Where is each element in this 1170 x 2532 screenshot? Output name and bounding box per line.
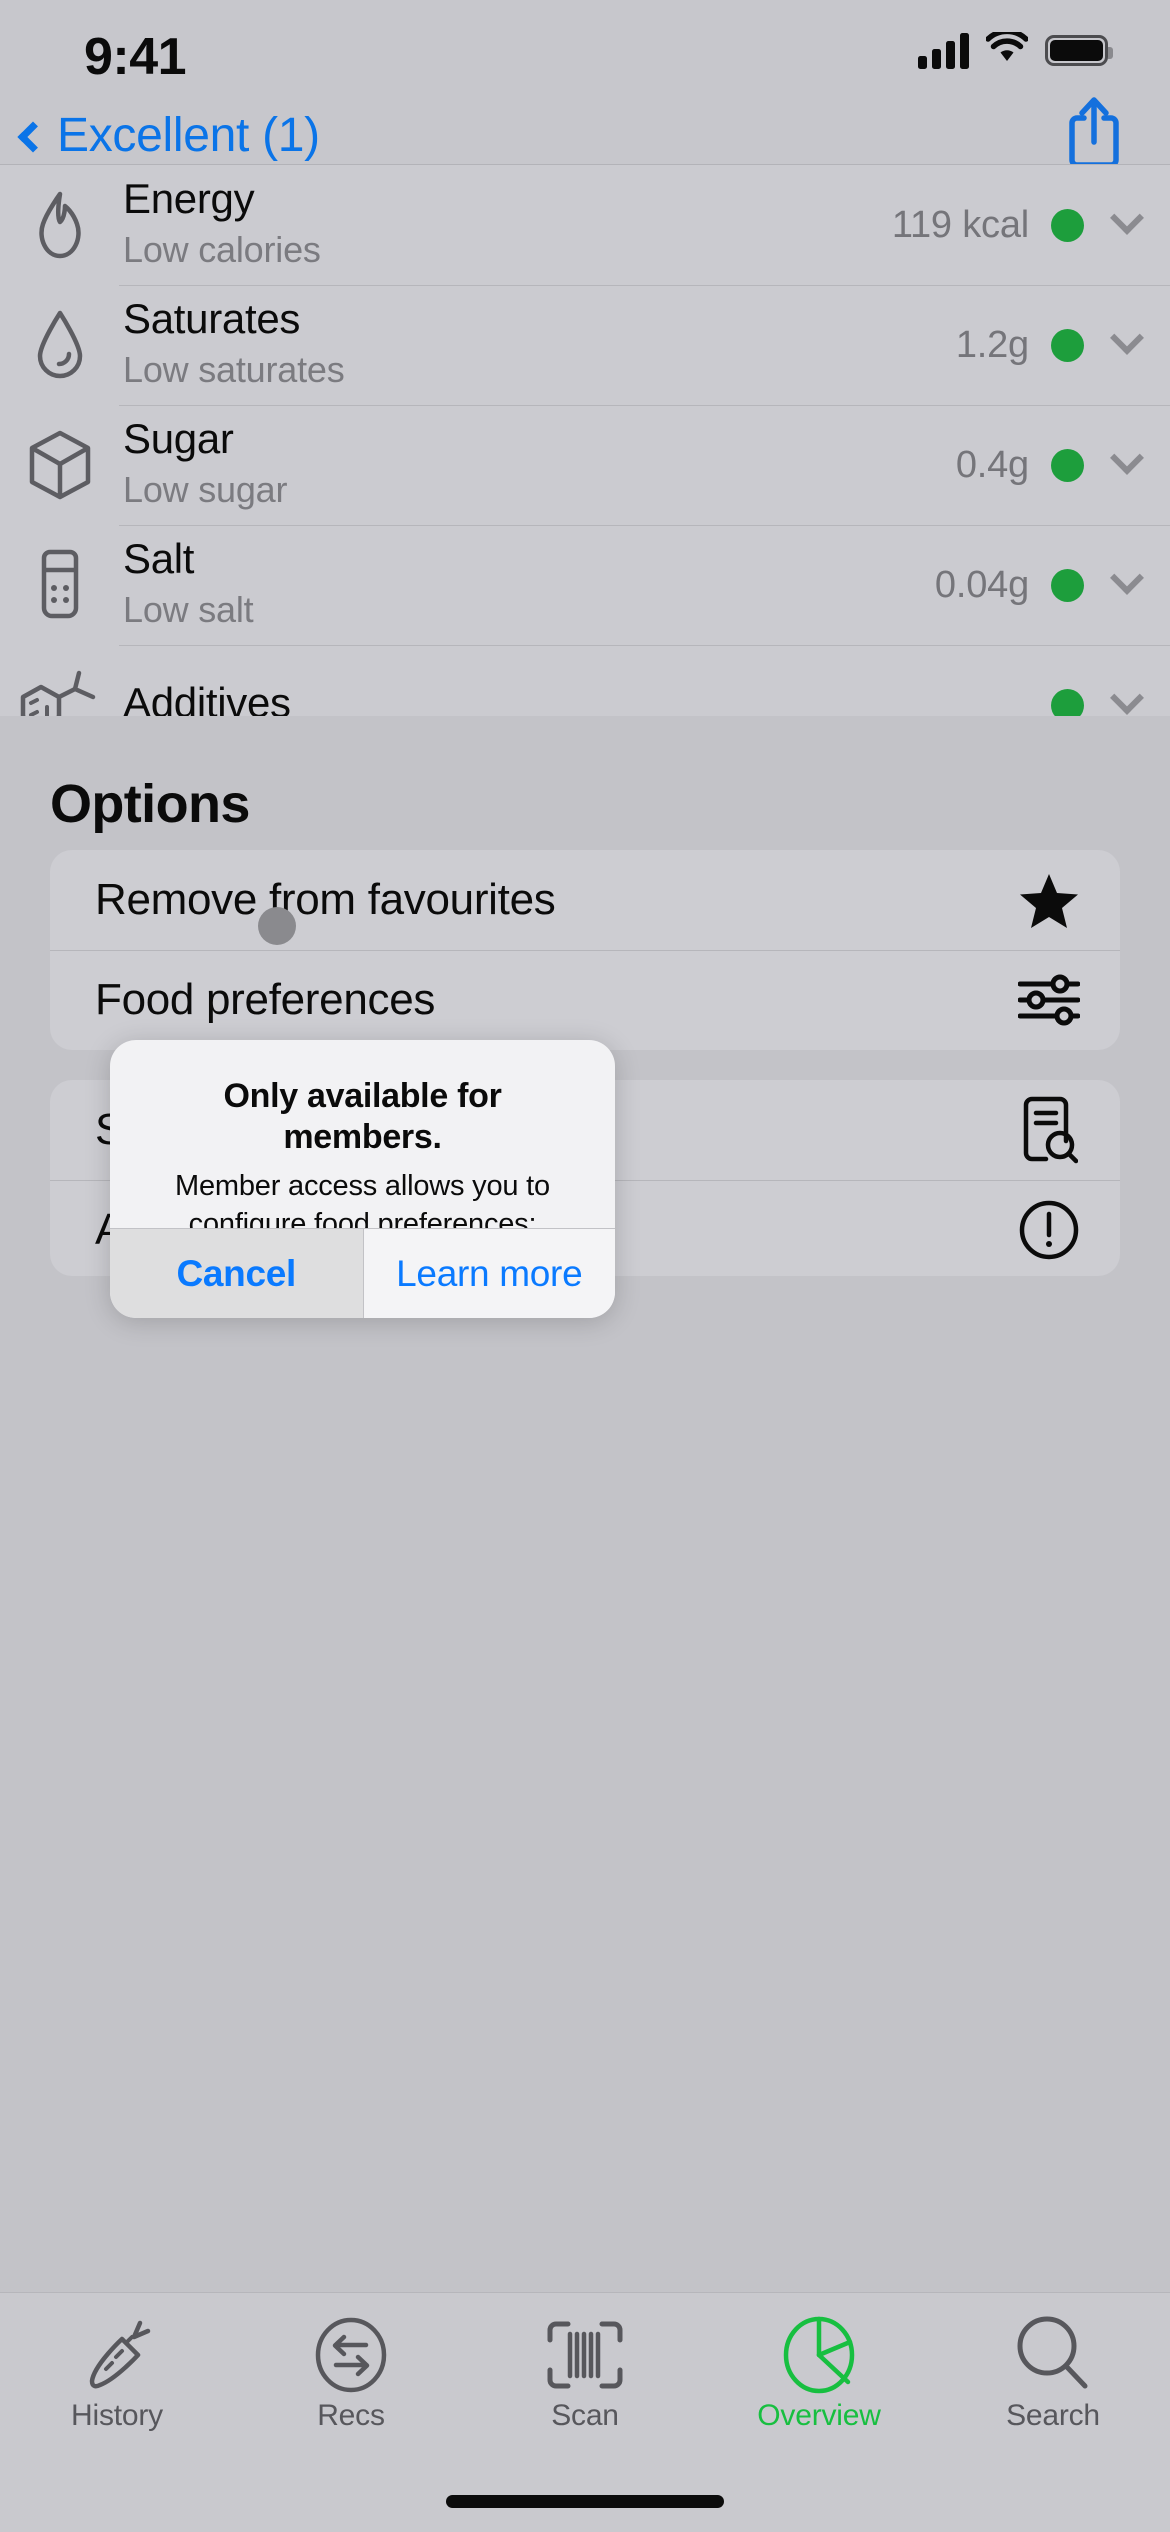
share-button[interactable] <box>1066 96 1122 168</box>
cancel-button[interactable]: Cancel <box>110 1229 363 1318</box>
row-subtitle: Low saturates <box>123 349 345 391</box>
droplet-icon <box>0 306 119 384</box>
tab-recs[interactable]: Recs <box>234 2293 468 2453</box>
sliders-icon <box>1014 974 1084 1026</box>
row-value: 119 kcal <box>891 203 1029 246</box>
flame-icon <box>0 186 119 264</box>
chevron-down-icon[interactable] <box>1084 320 1170 357</box>
status-bar-clock: 9:41 <box>84 28 187 86</box>
row-text: Sugar Low sugar <box>119 415 956 515</box>
touch-indicator <box>258 907 296 945</box>
row-text: Energy Low calories <box>119 175 892 275</box>
chevron-left-icon <box>17 120 49 153</box>
status-badge <box>1051 208 1084 242</box>
exclamation-circle-icon <box>1014 1199 1084 1261</box>
tab-overview[interactable]: Overview <box>702 2293 936 2453</box>
app-screen: 9:41 Excellent (1) Energy Low calories 1… <box>0 0 1170 2532</box>
row-value: 1.2g <box>955 323 1029 366</box>
nutrition-list: Energy Low calories 119 kcal Saturates L… <box>0 164 1170 765</box>
chevron-down-icon[interactable] <box>1084 440 1170 477</box>
tab-bar: History Recs Scan Overview Search <box>0 2292 1170 2532</box>
carrot-icon <box>82 2315 152 2395</box>
row-title: Saturates <box>123 295 301 343</box>
salt-shaker-icon <box>0 546 119 624</box>
status-badge <box>1051 568 1084 602</box>
option-row-food-preferences[interactable]: Food preferences <box>50 950 1120 1050</box>
tab-search[interactable]: Search <box>936 2293 1170 2453</box>
row-value: 0.4g <box>955 443 1029 486</box>
row-title: Salt <box>123 535 195 583</box>
cellular-signal-icon <box>918 32 969 69</box>
table-row[interactable]: Energy Low calories 119 kcal <box>0 165 1170 285</box>
table-row[interactable]: Saturates Low saturates 1.2g <box>0 285 1170 405</box>
wifi-icon <box>985 28 1029 69</box>
table-row[interactable]: Salt Low salt 0.04g <box>0 525 1170 645</box>
chevron-down-icon[interactable] <box>1084 200 1170 237</box>
page-title: Options <box>50 774 250 834</box>
magnifier-icon <box>1015 2315 1091 2395</box>
row-text: Saturates Low saturates <box>119 295 956 395</box>
status-bar-indicators <box>918 28 1113 69</box>
battery-icon <box>1045 35 1113 66</box>
home-indicator <box>446 2495 724 2508</box>
table-row[interactable]: Sugar Low sugar 0.4g <box>0 405 1170 525</box>
tab-label: Search <box>1006 2399 1100 2432</box>
chevron-down-icon[interactable] <box>1084 560 1170 597</box>
alert-actions: Cancel Learn more <box>110 1228 615 1318</box>
options-card-primary: Remove from favourites Food preferences <box>50 850 1120 1050</box>
sugar-cube-icon <box>0 428 119 502</box>
option-row-favourites[interactable]: Remove from favourites <box>50 850 1120 950</box>
row-subtitle: Low salt <box>123 589 254 631</box>
chevron-down-icon[interactable] <box>1084 680 1170 717</box>
row-title: Sugar <box>123 415 234 463</box>
row-subtitle: Low sugar <box>123 469 288 511</box>
tab-history[interactable]: History <box>0 2293 234 2453</box>
row-text: Salt Low salt <box>119 535 935 635</box>
option-label: Food preferences <box>95 975 436 1024</box>
option-label: Remove from favourites <box>95 875 556 924</box>
status-badge <box>1051 448 1084 482</box>
pie-chart-icon <box>782 2315 856 2395</box>
members-alert-dialog: Only available for members. Member acces… <box>110 1040 615 1318</box>
alert-title: Only available for members. <box>223 1077 502 1157</box>
document-search-icon <box>1014 1095 1084 1165</box>
row-value: 0.04g <box>934 563 1029 606</box>
learn-more-button[interactable]: Learn more <box>362 1229 615 1318</box>
tab-scan[interactable]: Scan <box>468 2293 702 2453</box>
tab-label: Overview <box>757 2399 881 2432</box>
tab-label: History <box>71 2399 163 2432</box>
options-section: Options Remove from favourites Food pref… <box>0 716 1170 2292</box>
status-badge <box>1051 328 1084 362</box>
back-button[interactable]: Excellent (1) <box>17 108 320 163</box>
back-button-label: Excellent (1) <box>57 109 320 162</box>
tab-label: Scan <box>551 2399 619 2432</box>
row-title: Energy <box>123 175 255 223</box>
swap-circle-icon <box>314 2315 388 2395</box>
star-filled-icon <box>1014 871 1084 929</box>
tab-label: Recs <box>317 2399 385 2432</box>
status-bar: 9:41 <box>0 0 1170 118</box>
row-subtitle: Low calories <box>123 229 321 271</box>
navigation-bar: Excellent (1) <box>0 97 1170 168</box>
share-icon <box>1069 97 1119 168</box>
barcode-scan-icon <box>546 2315 624 2395</box>
